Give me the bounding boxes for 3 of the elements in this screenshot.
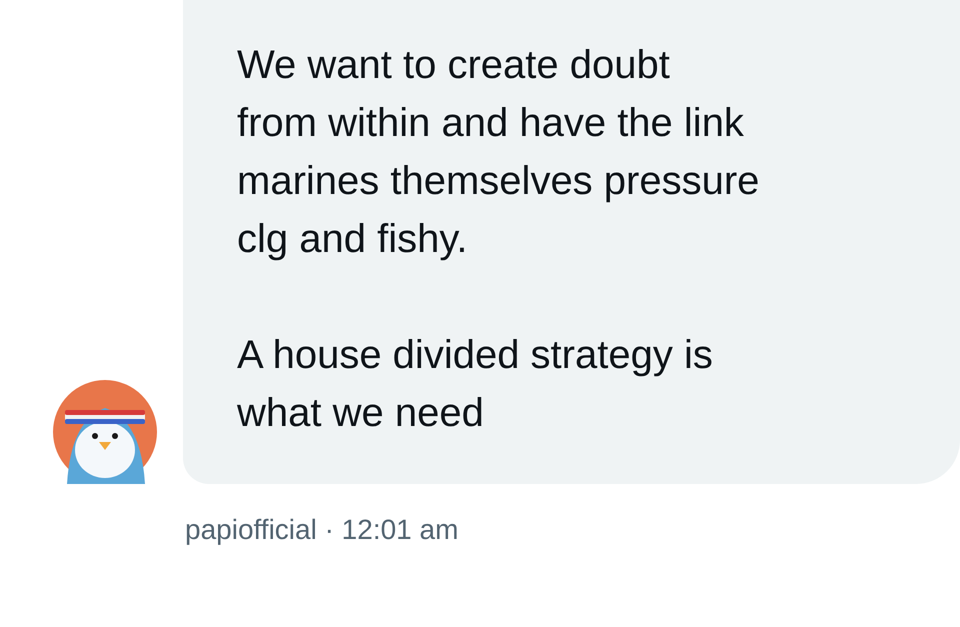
- message-text: A house divided strategy is what we need: [237, 332, 714, 437]
- message-text: We want to create doubt from within and have the link marines themselves pressure clg and fishy.: [237, 42, 760, 263]
- sender-and-time: papiofficial · 12:01 am: [185, 514, 460, 546]
